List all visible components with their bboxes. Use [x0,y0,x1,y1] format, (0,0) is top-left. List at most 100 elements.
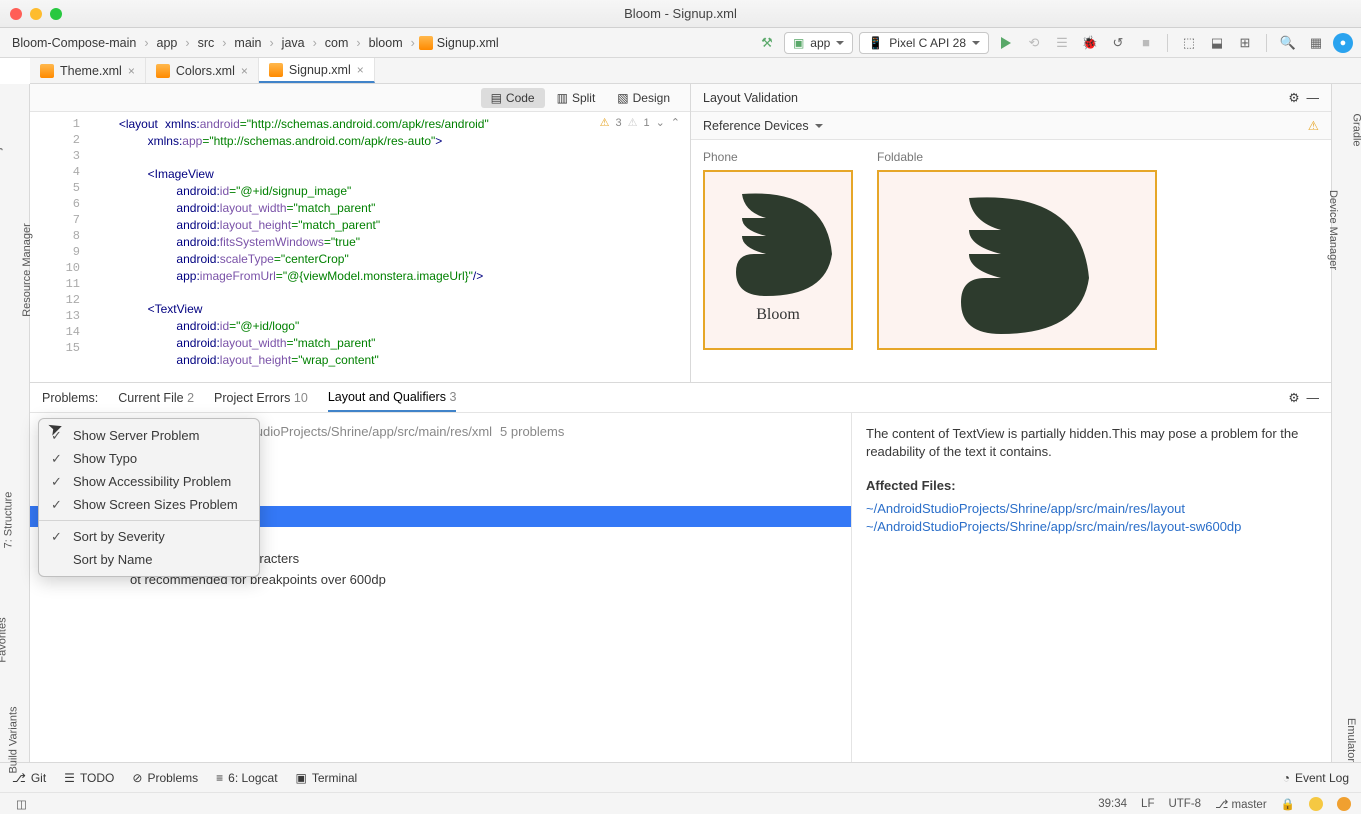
tab-colors[interactable]: Colors.xml× [146,58,259,83]
tool-problems[interactable]: ⊘ Problems [132,771,198,785]
status-toggle-icon[interactable]: ◫ [16,797,27,811]
crumb-2[interactable]: src [194,34,219,52]
view-design-label: Design [633,91,670,105]
tool-todo[interactable]: ☰ TODO [64,771,114,785]
coverage-icon[interactable]: ↺ [1107,32,1129,54]
tool-device-mgr[interactable]: Device Manager [1327,190,1339,270]
view-split-label: Split [572,91,595,105]
problem-detail-pane: The content of TextView is partially hid… [851,413,1331,762]
account-avatar[interactable]: ● [1333,33,1353,53]
gear-icon[interactable]: ⚙ [1288,391,1299,405]
view-code-button[interactable]: ▤ Code [481,88,545,108]
inspector-sad-icon[interactable] [1337,797,1351,811]
right-tool-strip[interactable]: Gradle Device Manager Emulator [1331,84,1361,762]
menu-item[interactable]: Show Screen Sizes Problem [39,493,259,516]
device-combo[interactable]: 📱 Pixel C API 28 [859,32,989,54]
menu-item[interactable]: Sort by Name [39,548,259,571]
avd-icon[interactable]: ⬚ [1178,32,1200,54]
debug-icon[interactable]: ☰ [1051,32,1073,54]
foldable-preview[interactable] [877,170,1157,350]
menu-item[interactable]: Show Accessibility Problem [39,470,259,493]
prob-tab-project[interactable]: Project Errors 10 [214,391,308,411]
search-icon[interactable]: 🔍 [1277,32,1299,54]
tool-structure[interactable]: 7: Structure [2,492,14,549]
settings-icon[interactable]: ▦ [1305,32,1327,54]
crumb-3[interactable]: main [230,34,265,52]
minimize-icon[interactable]: — [1307,91,1320,105]
tab-label: Theme.xml [60,64,122,78]
phone-preview[interactable]: Bloom [703,170,853,350]
menu-item[interactable]: Sort by Severity [39,525,259,548]
crumb-0[interactable]: Bloom-Compose-main [8,34,140,52]
affected-file-link[interactable]: ~/AndroidStudioProjects/Shrine/app/src/m… [866,519,1241,534]
prob-tab-current[interactable]: Current File 2 [118,391,194,411]
minimize-icon[interactable]: — [1307,391,1320,405]
device-label: Pixel C API 28 [889,36,966,50]
device-foldable-label: Foldable [877,150,1157,164]
gear-icon[interactable]: ⚙ [1288,91,1299,105]
lock-icon[interactable]: 🔒 [1281,797,1295,811]
encoding[interactable]: UTF-8 [1168,798,1201,810]
caret-position[interactable]: 39:34 [1098,798,1127,810]
close-icon[interactable]: × [357,63,364,77]
left-tool-strip[interactable]: Project Resource Manager 7: Structure Fa… [0,84,30,762]
minimize-window-button[interactable] [30,8,42,20]
tool-favorites[interactable]: Favorites [0,617,9,662]
status-bar: ◫ 39:34 LF UTF-8 ⎇ master 🔒 [0,792,1361,814]
crumb-1[interactable]: app [153,34,182,52]
crumb-5[interactable]: com [321,34,353,52]
warning-icon: ⚠ [600,116,610,129]
tool-emulator[interactable]: Emulator [1345,718,1357,762]
code-editor[interactable]: ⚠3 ⚠1 ⌄ ⌃ 123456789101112131415 <layout … [30,112,690,382]
inspector-happy-icon[interactable] [1309,797,1323,811]
reference-devices-label: Reference Devices [703,119,809,133]
close-icon[interactable]: × [128,64,135,78]
stop-icon[interactable]: ■ [1135,32,1157,54]
tool-gradle[interactable]: Gradle [1350,113,1361,146]
warning-icon[interactable]: ⚠ [1308,118,1319,133]
maximize-window-button[interactable] [50,8,62,20]
tool-build[interactable]: Build Variants [8,706,20,773]
breadcrumb[interactable]: Bloom-Compose-main› app› src› main› java… [8,34,499,52]
todo-label: TODO [80,771,114,785]
menu-item[interactable]: Show Server Problem [39,424,259,447]
sdk-icon[interactable]: ⬓ [1206,32,1228,54]
tool-logcat[interactable]: ≡ 6: Logcat [216,771,277,785]
view-mode-switcher: ▤ Code ▥ Split ▧ Design [30,84,690,112]
event-log-label: Event Log [1295,771,1349,785]
profiler-icon[interactable]: 🐞 [1079,32,1101,54]
tab-theme[interactable]: Theme.xml × [30,58,146,83]
main-toolbar: Bloom-Compose-main› app› src› main› java… [0,28,1361,58]
chevron-up-icon[interactable]: ⌃ [671,116,680,129]
prob-tab-layout[interactable]: Layout and Qualifiers 3 [328,390,457,412]
xml-file-icon [156,64,170,78]
git-branch[interactable]: ⎇ master [1215,797,1267,811]
reference-devices-row[interactable]: Reference Devices ⚠ [691,112,1331,140]
tab-signup[interactable]: Signup.xml× [259,58,375,83]
tool-project[interactable]: Project [0,133,3,167]
crumb-6[interactable]: bloom [365,34,407,52]
crumb-4[interactable]: java [278,34,309,52]
run-button[interactable] [995,32,1017,54]
view-design-button[interactable]: ▧ Design [607,88,680,108]
close-icon[interactable]: × [241,64,248,78]
git-label: Git [31,771,46,785]
tool-eventlog[interactable]: ◔ Event Log [1283,771,1349,785]
menu-item[interactable]: Show Typo [39,447,259,470]
affected-file-link[interactable]: ~/AndroidStudioProjects/Shrine/app/src/m… [866,501,1185,516]
run-config-combo[interactable]: ▣ app [784,32,853,54]
view-split-button[interactable]: ▥ Split [547,88,606,108]
tool-terminal[interactable]: ▣ Terminal [296,771,358,785]
code-body[interactable]: <layout xmlns:android="http://schemas.an… [90,112,690,382]
line-ending[interactable]: LF [1141,798,1154,810]
inspection-summary[interactable]: ⚠3 ⚠1 ⌄ ⌃ [600,116,680,129]
apply-changes-icon[interactable]: ⟲ [1023,32,1045,54]
sync-icon[interactable]: ⊞ [1234,32,1256,54]
build-icon[interactable]: ⚒ [756,32,778,54]
chevron-down-icon [972,41,980,45]
chevron-down-icon[interactable]: ⌄ [656,116,665,129]
editor-tabs: Theme.xml × Colors.xml× Signup.xml× [30,58,1361,84]
window-title: Bloom - Signup.xml [0,6,1361,21]
crumb-file[interactable]: Signup.xml [419,36,499,50]
close-window-button[interactable] [10,8,22,20]
